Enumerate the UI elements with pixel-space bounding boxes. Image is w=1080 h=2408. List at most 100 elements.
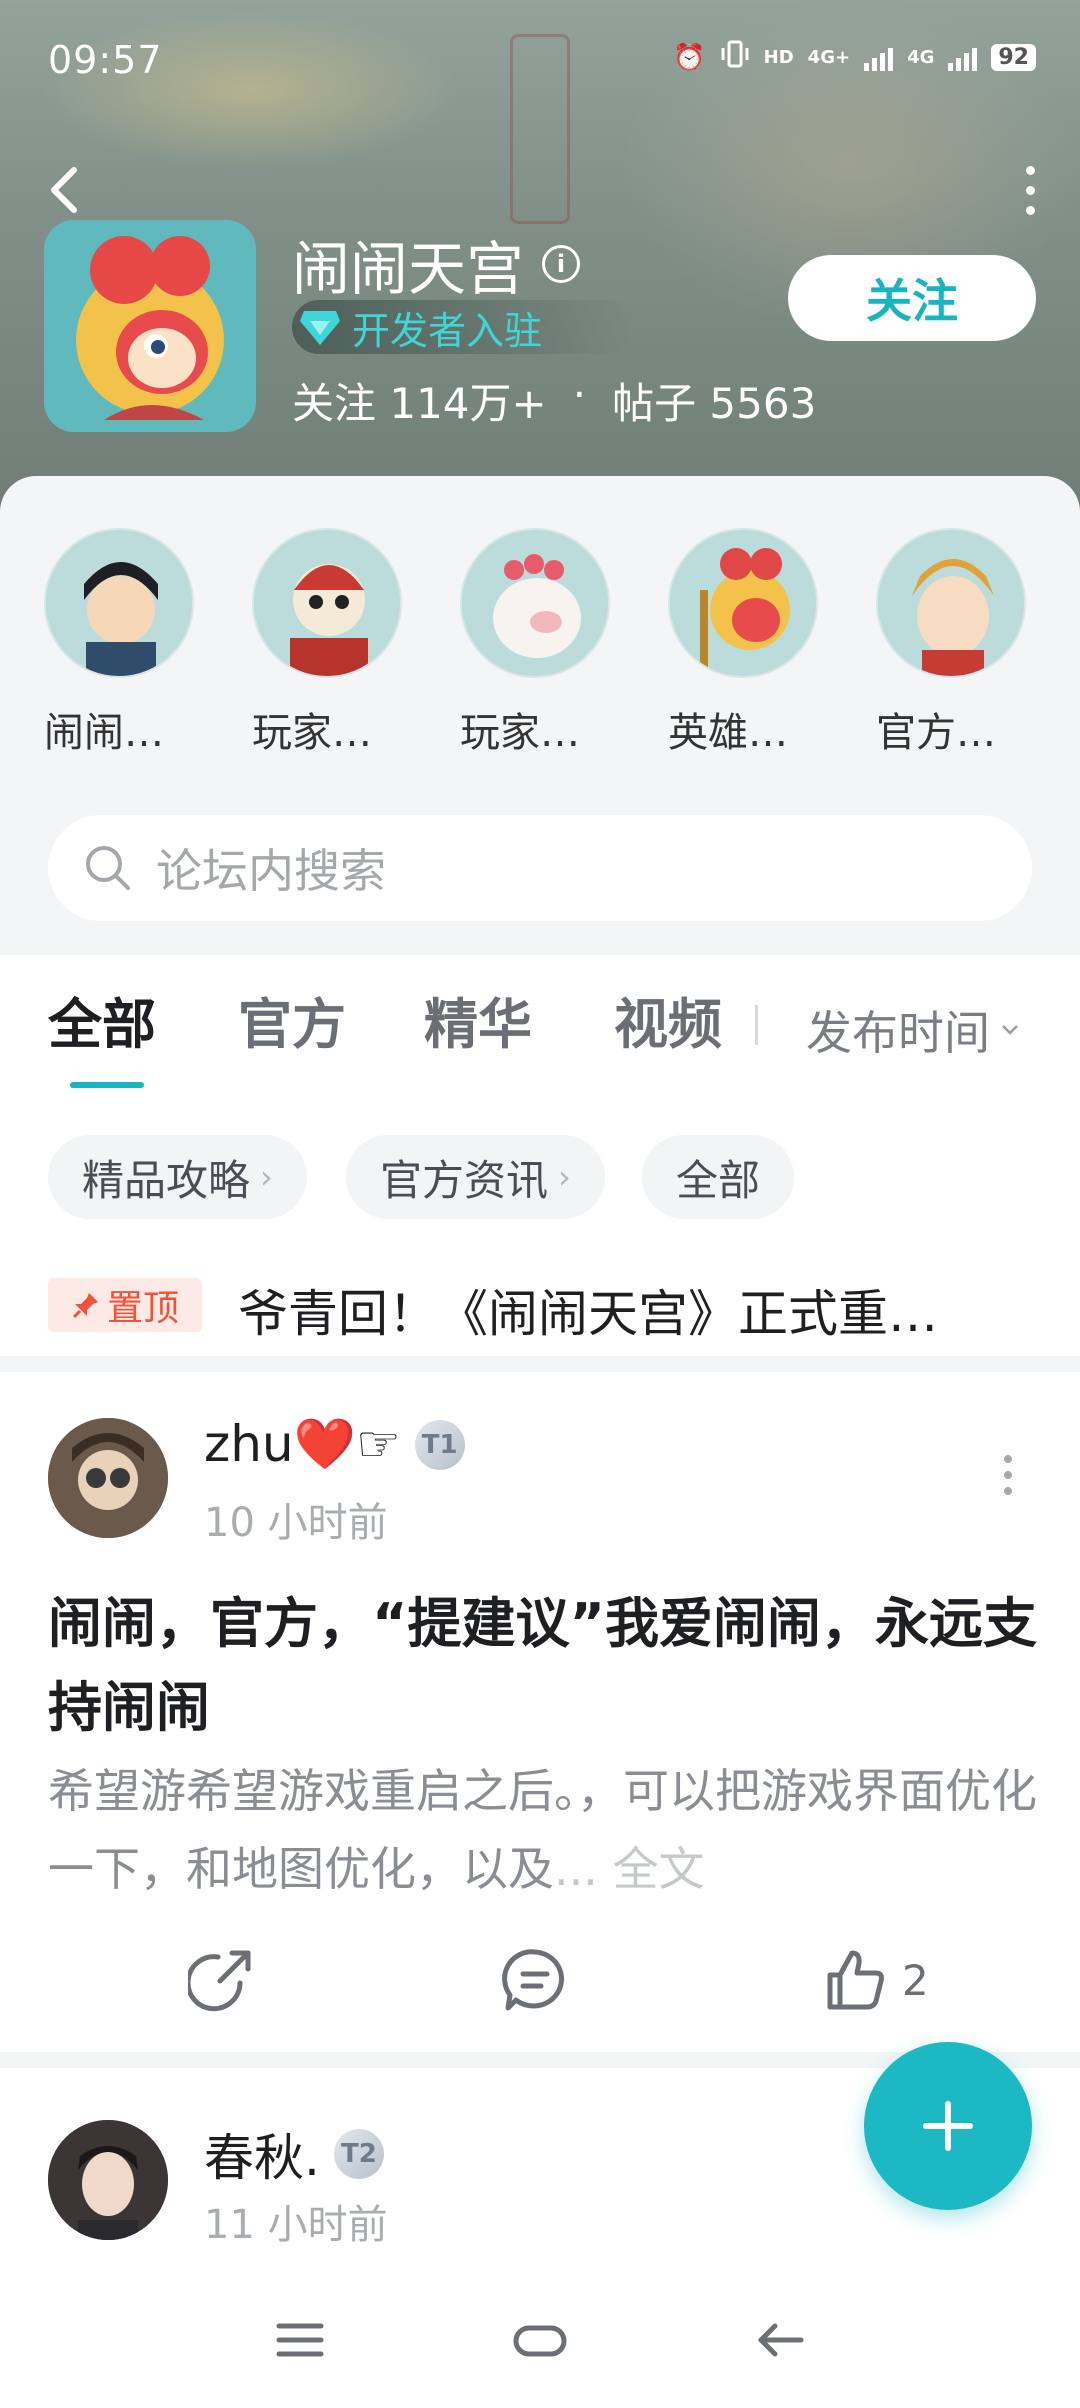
comment-button[interactable]: [502, 1945, 568, 2015]
avatar[interactable]: [48, 1418, 168, 1538]
character-channel-item[interactable]: 玩家…: [416, 520, 624, 760]
character-channel-item[interactable]: 官方…: [832, 520, 1040, 760]
more-dot-icon: [1004, 1471, 1012, 1479]
post-count: 帖子 5563: [612, 379, 817, 428]
pinned-badge-label: 置顶: [106, 1288, 179, 1329]
follow-button[interactable]: 关注: [788, 255, 1036, 341]
sort-dropdown[interactable]: 发布时间: [806, 997, 1020, 1063]
forum-stats: 关注 114万+ · 帖子 5563: [292, 370, 816, 431]
system-navigation-bar: [0, 2280, 1080, 2408]
chip-all[interactable]: 全部: [642, 1135, 795, 1219]
character-channel-label: 玩家…: [252, 710, 372, 756]
menu-icon: [276, 2323, 324, 2357]
more-dot-icon: [1025, 165, 1035, 175]
post-excerpt-text: 希望游希望游戏重启之后。，可以把游戏界面优化一下，和地图优化，以及: [48, 1764, 1037, 1896]
level-badge-icon: T2: [333, 2129, 384, 2179]
back-arrow-icon: [758, 2323, 804, 2357]
back-button[interactable]: [38, 160, 94, 220]
character-channel-item[interactable]: 闹闹…: [0, 520, 208, 760]
network-type-2: 4G: [907, 47, 935, 68]
character-avatar-masked-warrior: [252, 528, 402, 678]
chip-official-news[interactable]: 官方资讯 ›: [346, 1135, 605, 1219]
home-icon: [513, 2325, 567, 2357]
character-avatar-general: [876, 528, 1026, 678]
post-timestamp: 11 小时前: [204, 2202, 388, 2248]
chip-label: 全部: [676, 1155, 761, 1205]
character-channel-label: 闹闹…: [44, 710, 164, 756]
chevron-down-icon: [1002, 1025, 1018, 1035]
like-button[interactable]: 2: [822, 1945, 929, 2015]
share-icon: [188, 1950, 251, 2012]
game-app-icon[interactable]: [44, 220, 256, 432]
post-excerpt[interactable]: 希望游希望游戏重启之后。，可以把游戏界面优化一下，和地图优化，以及... 全文: [48, 1752, 1038, 1908]
follow-count: 关注 114万+: [292, 379, 547, 428]
search-icon: [86, 846, 130, 890]
character-avatar-monkey-king: [668, 528, 818, 678]
post-title[interactable]: 闹闹，官方，“提建议”我爱闹闹，永远支持闹闹: [48, 1582, 1038, 1750]
alarm-icon: ⏰: [673, 42, 706, 73]
chip-guides[interactable]: 精品攻略 ›: [48, 1135, 307, 1219]
character-channel-label: 官方…: [876, 710, 996, 756]
signal-icon-1: [864, 45, 894, 71]
tab-official[interactable]: 官方: [238, 980, 346, 1059]
stats-separator: ·: [572, 370, 587, 419]
character-channel-list: 闹闹… 玩家… 玩家… 英雄… 官方…: [0, 520, 1080, 760]
post-timestamp: 10 小时前: [204, 1500, 388, 1546]
nav-back-button[interactable]: [740, 2310, 820, 2370]
post-author[interactable]: 春秋. T2: [204, 2118, 384, 2190]
avatar[interactable]: [48, 2120, 168, 2240]
share-button[interactable]: [188, 1945, 254, 2015]
network-type-1: 4G+: [807, 47, 851, 68]
chip-label: 官方资讯: [380, 1155, 549, 1205]
comment-icon: [502, 1949, 565, 2011]
developer-badge-label: 开发者入驻: [352, 308, 543, 353]
tab-divider: [755, 1005, 758, 1045]
character-avatar-scholar: [44, 528, 194, 678]
tab-video[interactable]: 视频: [614, 980, 722, 1059]
character-channel-item[interactable]: 英雄…: [624, 520, 832, 760]
plus-icon: [923, 2101, 973, 2151]
search-placeholder: 论坛内搜索: [156, 844, 386, 898]
back-arrow-icon: [51, 167, 77, 213]
more-options-button[interactable]: [1010, 160, 1050, 220]
game-title: 闹闹天宫 i: [292, 222, 581, 306]
sort-label: 发布时间: [806, 1006, 990, 1060]
divider: [0, 1356, 1080, 1372]
developer-badge[interactable]: 开发者入驻: [292, 300, 632, 354]
diamond-icon: [300, 311, 340, 345]
level-badge-icon: T1: [414, 1419, 465, 1470]
nav-menu-button[interactable]: [260, 2310, 340, 2370]
signal-icon-2: [948, 45, 978, 71]
post-options-button[interactable]: [1000, 1455, 1016, 1495]
vibrate-icon: [720, 40, 750, 75]
pinned-post-title: 爷青回！《闹闹天宫》正式重…: [238, 1285, 938, 1343]
forum-search-input[interactable]: 论坛内搜索: [48, 815, 1032, 921]
hd-indicator: HD: [763, 47, 794, 68]
status-bar: 09:57 ⏰ HD 4G+ 4G 92: [0, 0, 1080, 120]
more-dot-icon: [1004, 1487, 1012, 1495]
status-time: 09:57: [48, 38, 163, 82]
info-icon[interactable]: i: [542, 245, 581, 283]
more-dot-icon: [1025, 205, 1035, 215]
nav-home-button[interactable]: [500, 2310, 580, 2370]
read-more-link[interactable]: ... 全文: [554, 1842, 705, 1896]
more-dot-icon: [1025, 185, 1035, 195]
create-post-button[interactable]: [864, 2042, 1032, 2210]
chip-label: 精品攻略: [82, 1155, 251, 1205]
more-dot-icon: [1004, 1455, 1012, 1463]
pinned-badge: 置顶: [48, 1278, 202, 1332]
chevron-right-icon: ›: [260, 1158, 273, 1196]
tab-all[interactable]: 全部: [48, 980, 156, 1059]
chevron-right-icon: ›: [558, 1158, 571, 1196]
pinned-post[interactable]: 置顶 爷青回！《闹闹天宫》正式重…: [0, 1270, 1080, 1343]
game-title-text: 闹闹天宫: [292, 235, 525, 303]
thumbs-up-icon: [827, 1950, 884, 2010]
status-icons: ⏰ HD 4G+ 4G 92: [673, 40, 1036, 75]
like-count: 2: [902, 1955, 929, 2005]
character-channel-item[interactable]: 玩家…: [208, 520, 416, 760]
battery-indicator: 92: [991, 44, 1036, 71]
post-author[interactable]: zhu❤️☞ T1: [204, 1415, 465, 1474]
tab-featured[interactable]: 精华: [424, 980, 532, 1059]
character-channel-label: 英雄…: [668, 710, 788, 756]
username: zhu❤️☞: [204, 1415, 401, 1473]
